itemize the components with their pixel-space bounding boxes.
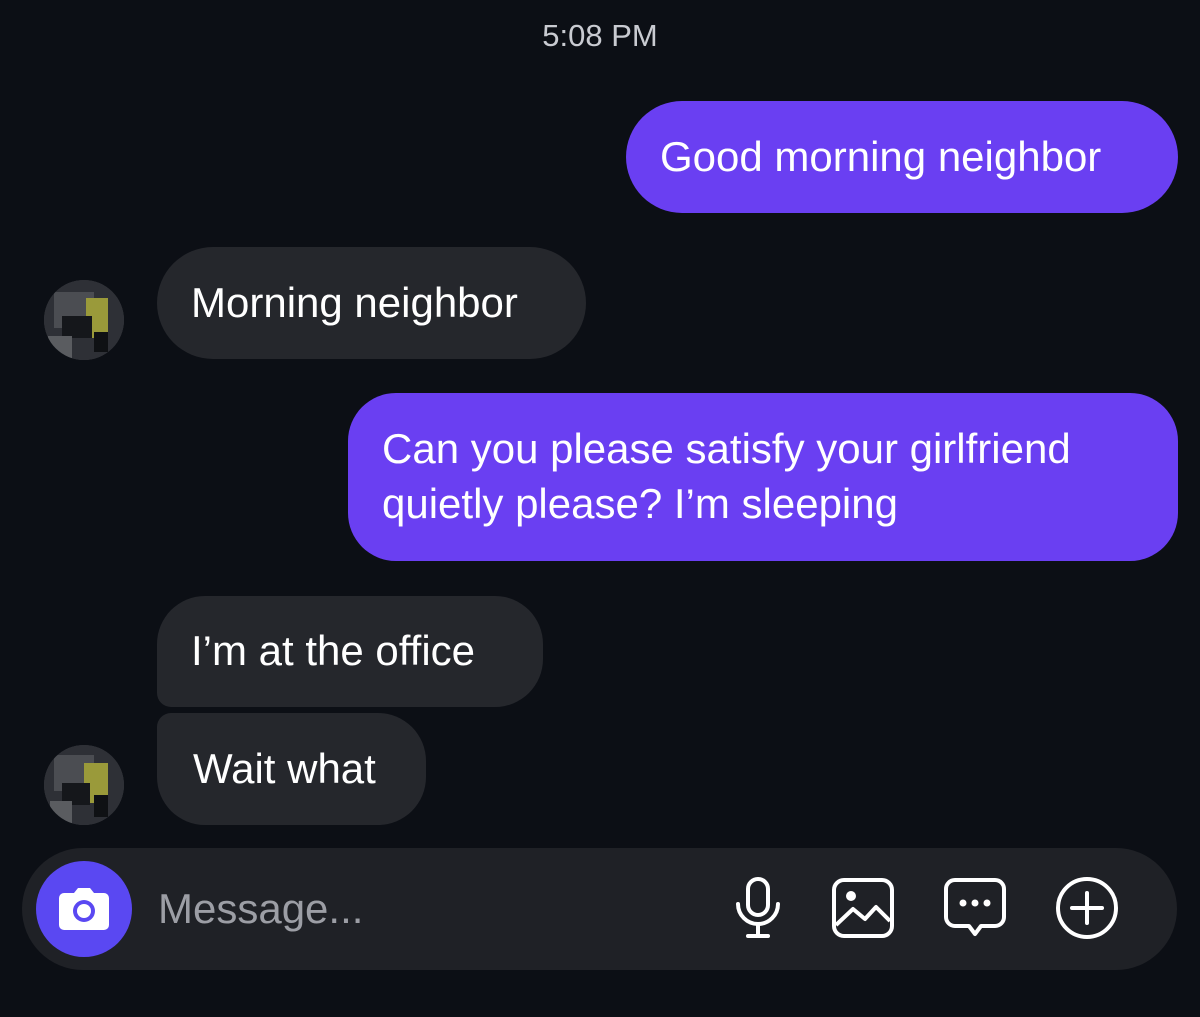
message-input[interactable]: [158, 880, 678, 938]
sticker-chat-icon: [944, 878, 1006, 936]
gallery-icon: [832, 878, 894, 938]
outgoing-message-bubble[interactable]: Can you please satisfy your girlfriend q…: [348, 393, 1178, 561]
microphone-icon: [736, 877, 780, 938]
sticker-button[interactable]: [939, 872, 1011, 944]
contact-avatar[interactable]: [44, 280, 124, 360]
incoming-message-bubble[interactable]: I’m at the office: [157, 596, 543, 707]
contact-avatar[interactable]: [44, 745, 124, 825]
camera-button[interactable]: [36, 861, 132, 957]
incoming-message-bubble[interactable]: Wait what: [157, 713, 426, 825]
plus-circle-icon: [1056, 877, 1118, 939]
voice-message-button[interactable]: [722, 872, 794, 944]
more-options-button[interactable]: [1051, 872, 1123, 944]
message-timestamp: 5:08 PM: [542, 18, 658, 53]
gallery-button[interactable]: [827, 872, 899, 944]
message-composer: [22, 848, 1177, 970]
incoming-message-bubble[interactable]: Morning neighbor: [157, 247, 586, 359]
outgoing-message-bubble[interactable]: Good morning neighbor: [626, 101, 1178, 213]
camera-icon: [59, 888, 109, 930]
